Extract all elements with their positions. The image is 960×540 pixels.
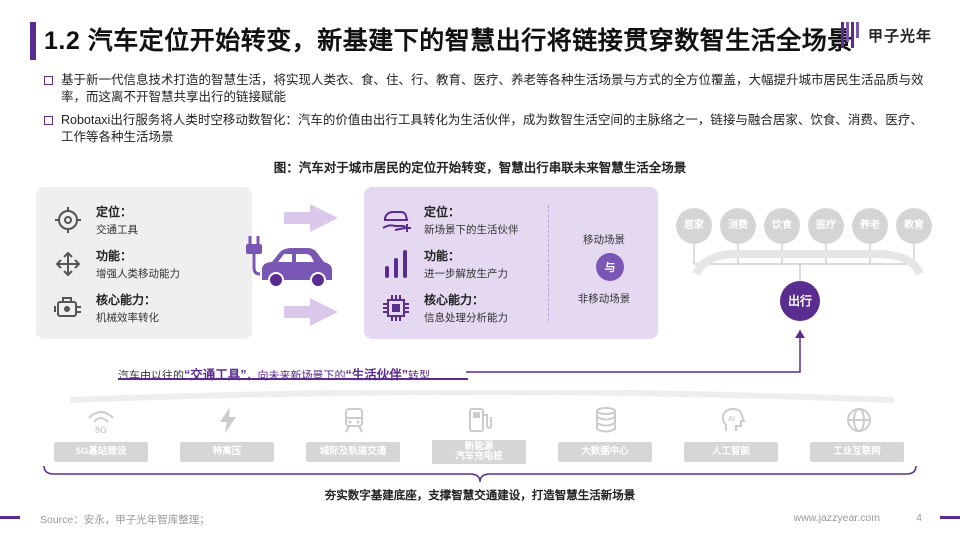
item-sub: 增强人类移动能力 — [96, 268, 180, 280]
item-sub: 机械效率转化 — [96, 312, 159, 324]
target-icon — [52, 204, 84, 236]
past-core-item: 核心能力： 机械效率转化 — [52, 291, 159, 325]
logo-mark-icon — [840, 22, 859, 48]
bullet-square-icon — [44, 116, 53, 125]
infra-brace — [43, 465, 917, 483]
scene-circle: 教育 — [896, 208, 932, 244]
train-icon — [339, 406, 369, 434]
panel-past: 定位： 交通工具 功能： 增强人类移动能力 核心能力： 机械效率转化 — [36, 187, 252, 339]
bullet-square-icon — [44, 76, 53, 85]
future-core-item: 核心能力： 信息处理分析能力 — [380, 291, 508, 325]
figure-caption: 图：汽车对于城市居民的定位开始转变，智慧出行串联未来智慧生活全场景 — [273, 161, 687, 175]
transform-middle: ，向未来新场景下的 — [246, 370, 346, 382]
infra-label: 新能源 汽车充电桩 — [432, 440, 526, 464]
logo-text: 甲子光年 — [867, 27, 932, 45]
industrial-network-icon — [844, 406, 874, 434]
electric-car-icon — [246, 236, 332, 288]
future-function-item: 功能： 进一步解放生产力 — [380, 247, 508, 281]
transform-underline — [118, 378, 468, 380]
ai-head-icon: AI — [718, 406, 748, 434]
arrow-shape — [284, 298, 338, 326]
bullet-item: 基于新一代信息技术打造的智慧生活，将实现人类衣、食、住、行、教育、医疗、养老等各… — [44, 72, 924, 106]
scene-circle: 饮食 — [764, 208, 800, 244]
past-position-item: 定位： 交通工具 — [52, 203, 138, 237]
footer-accent-left — [0, 516, 20, 519]
engine-icon — [52, 292, 84, 324]
past-function-item: 功能： 增强人类移动能力 — [52, 247, 180, 281]
charging-pile-icon — [465, 406, 495, 434]
panel-divider — [548, 205, 549, 321]
page-title: 1.2 汽车定位开始转变，新基建下的智慧出行将链接贯穿数智生活全场景 — [44, 27, 853, 55]
infra-label: 工业互联网 — [810, 442, 904, 462]
scene-circle: 居家 — [676, 208, 712, 244]
infra-label: 城际及轨道交通 — [306, 442, 400, 462]
5g-signal-icon: 5G — [86, 406, 116, 434]
infra-label: 特高压 — [180, 442, 274, 462]
scene-static-label: 非移动场景 — [577, 293, 631, 305]
future-position-item: 定位： 新场景下的生活伙伴 — [380, 203, 519, 237]
infra-caption: 夯实数字基建底座，支撑智慧交通建设，打造智慧生活新场景 — [324, 490, 636, 502]
infra-label: 人工智能 — [684, 442, 778, 462]
transform-suffix: 转型 — [408, 370, 431, 382]
scene-circle: 医疗 — [808, 208, 844, 244]
transform-statement: 汽车由以往的“交通工具”，向未来新场景下的“生活伙伴”转型 — [118, 364, 430, 383]
bullet-text: 基于新一代信息技术打造的智慧生活，将实现人类衣、食、住、行、教育、医疗、养老等各… — [61, 73, 924, 104]
svg-text:5G: 5G — [95, 425, 107, 434]
scene-mobile-label: 移动场景 — [583, 234, 625, 246]
item-heading: 功能： — [96, 249, 133, 263]
svg-text:AI: AI — [728, 416, 735, 423]
item-heading: 功能： — [424, 249, 461, 263]
bullet-list: 基于新一代信息技术打造的智慧生活，将实现人类衣、食、住、行、教育、医疗、养老等各… — [44, 72, 924, 152]
item-heading: 定位： — [96, 205, 133, 219]
chip-icon — [380, 292, 412, 324]
page-number: 4 — [916, 512, 922, 524]
website-link[interactable]: www.jazzyear.com — [794, 512, 880, 524]
footer-accent-right — [940, 516, 960, 519]
arrow-shape — [284, 204, 338, 232]
item-heading: 定位： — [424, 205, 461, 219]
scene-circle: 消费 — [720, 208, 756, 244]
mobility-badge: 出行 — [780, 281, 820, 321]
item-sub: 交通工具 — [96, 224, 138, 236]
bullet-item: Robotaxi出行服务将人类时空移动数智化：汽车的价值由出行工具转化为生活伙伴… — [44, 112, 924, 146]
item-sub: 信息处理分析能力 — [424, 312, 508, 324]
title-accent-bar — [30, 22, 36, 60]
bars-icon — [380, 248, 412, 280]
item-heading: 核心能力： — [424, 293, 485, 307]
mobility-connector — [466, 330, 805, 373]
scene-circle: 养老 — [852, 208, 888, 244]
infra-label: 5G基站建设 — [54, 442, 148, 462]
and-badge: 与 — [596, 253, 624, 281]
item-heading: 核心能力： — [96, 293, 157, 307]
transform-prefix: 汽车由以往的 — [118, 370, 184, 382]
item-sub: 进一步解放生产力 — [424, 268, 508, 280]
car-hand-icon — [380, 204, 412, 236]
bullet-text: Robotaxi出行服务将人类时空移动数智化：汽车的价值由出行工具转化为生活伙伴… — [61, 113, 923, 144]
source-note: Source：安永，甲子光年智库整理； — [40, 514, 210, 526]
panel-future: 定位： 新场景下的生活伙伴 功能： 进一步解放生产力 核心能力： 信息处理分析能… — [364, 187, 658, 339]
item-sub: 新场景下的生活伙伴 — [424, 224, 519, 236]
infra-label: 大数据中心 — [558, 442, 652, 462]
move-arrows-icon — [52, 248, 84, 280]
lightning-icon — [213, 406, 243, 434]
brand-logo: 甲子光年 — [840, 20, 932, 50]
database-icon — [591, 406, 621, 434]
